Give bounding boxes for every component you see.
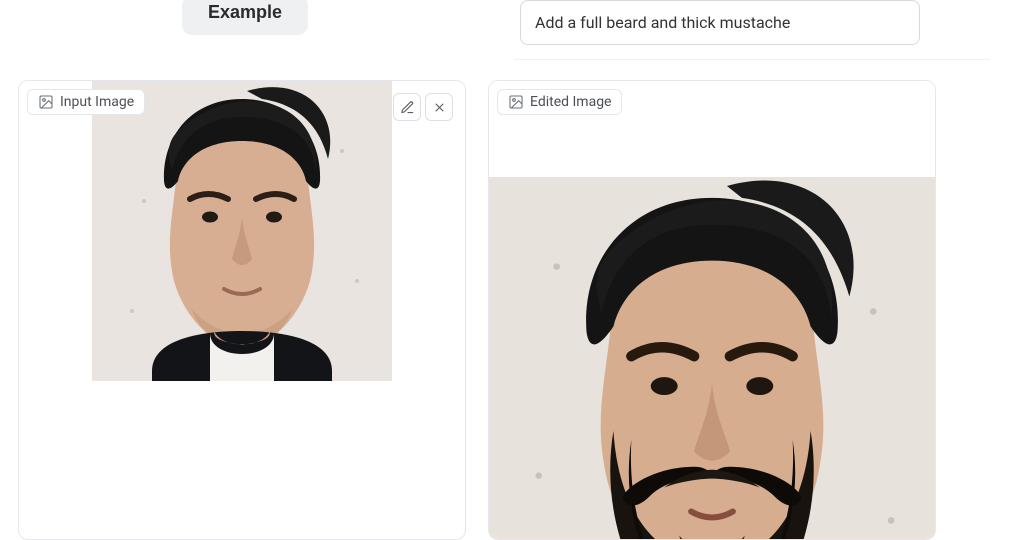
image-icon <box>508 94 524 110</box>
edit-image-button[interactable] <box>393 93 421 121</box>
prompt-input[interactable]: Add a full beard and thick mustache <box>520 0 920 45</box>
example-button[interactable]: Example <box>182 0 308 35</box>
input-image-panel: Input Image <box>18 80 466 540</box>
edited-image-badge-label: Edited Image <box>530 94 611 110</box>
divider <box>514 59 990 60</box>
edited-image-panel: Edited Image <box>488 80 936 540</box>
input-image-badge-label: Input Image <box>60 94 134 110</box>
pencil-icon <box>400 100 415 115</box>
edited-image[interactable] <box>489 81 935 539</box>
edited-image-badge: Edited Image <box>497 89 622 115</box>
close-icon <box>432 100 447 115</box>
clear-image-button[interactable] <box>425 93 453 121</box>
input-image[interactable] <box>19 81 465 381</box>
image-icon <box>38 94 54 110</box>
input-image-badge: Input Image <box>27 89 145 115</box>
